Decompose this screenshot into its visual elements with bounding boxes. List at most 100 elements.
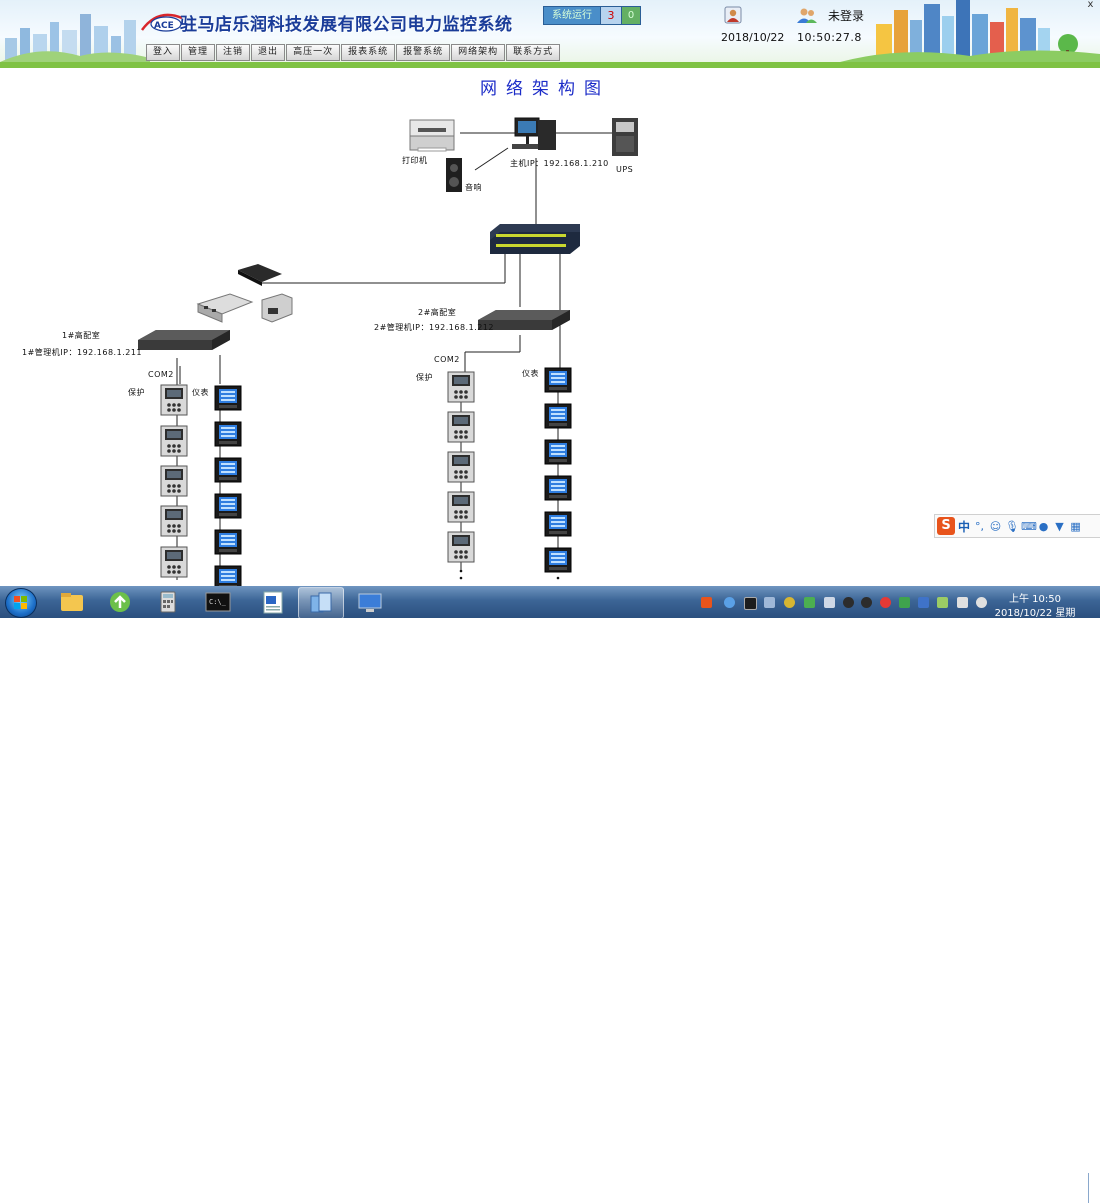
fiber-converter-icon — [196, 293, 293, 323]
menu-manage[interactable]: 管理 — [181, 44, 216, 61]
folder-icon — [61, 593, 83, 611]
ime-toolbar: S 中 °, ☺ 🎙 ⌨ ● ▼ ▦ — [934, 514, 1100, 538]
header-banner: ACE 驻马店乐润科技发展有限公司电力监控系统 系统运行 3 0 登入 管理 注… — [0, 0, 1100, 68]
volume-icon[interactable] — [976, 597, 987, 608]
taskbar-clock-time[interactable]: 上午 10:50 — [1000, 590, 1070, 605]
room1-ip-label: 1#管理机IP：192.168.1.211 — [22, 347, 142, 357]
network-share-icon[interactable] — [824, 597, 835, 608]
skyline-right-decoration — [840, 0, 1100, 62]
power-meter-icon — [544, 511, 572, 537]
menu-login[interactable]: 登入 — [146, 44, 181, 61]
show-desktop-button[interactable] — [1088, 1173, 1100, 1203]
company-logo: ACE — [140, 13, 183, 32]
chart-icon[interactable] — [784, 597, 795, 608]
room2-name-label: 2#高配室 — [418, 307, 456, 317]
toolbox-icon[interactable]: ▦ — [1069, 520, 1082, 533]
signal-icon[interactable] — [957, 597, 968, 608]
alarm-indicator[interactable]: 0 — [621, 6, 641, 25]
taskbar-monitor-app[interactable] — [298, 587, 344, 619]
tray-app-icon[interactable] — [764, 597, 775, 608]
room2-com-label: COM2 — [434, 355, 460, 364]
speaker-icon — [446, 158, 462, 192]
keyboard-icon[interactable]: ⌨ — [1021, 520, 1037, 533]
taskbar-wordpad[interactable] — [251, 587, 295, 617]
power-meter-icon — [544, 439, 572, 465]
room1-meter-label: 仪表 — [192, 387, 209, 397]
menu-logout[interactable]: 注销 — [216, 44, 251, 61]
main-menu: 登入 管理 注销 退出 高压一次 报表系统 报警系统 网络架构 联系方式 — [146, 44, 561, 61]
cmd-icon: C:\_ — [205, 592, 231, 612]
power-meter-icon — [544, 475, 572, 501]
run-status-indicator[interactable]: 系统运行 — [543, 6, 601, 25]
emoji-icon[interactable]: ☺ — [989, 520, 1002, 533]
sogou-icon[interactable] — [701, 597, 712, 608]
power-meter-icon — [544, 403, 572, 429]
power-meter-icon — [544, 547, 572, 573]
network-icon[interactable] — [724, 597, 735, 608]
login-status[interactable]: 未登录 — [828, 7, 864, 24]
taskbar-remote[interactable] — [348, 587, 392, 617]
battery-icon[interactable] — [937, 597, 948, 608]
power-meter-icon — [214, 529, 242, 555]
microphone-icon[interactable]: 🎙 — [1005, 520, 1019, 533]
taskbar-update[interactable] — [98, 587, 142, 617]
ime-mode-toggle[interactable]: 中 — [958, 518, 970, 535]
printer-label: 打印机 — [402, 155, 428, 165]
punctuation-icon[interactable]: °, — [973, 520, 986, 533]
user-settings-icon[interactable] — [724, 6, 742, 24]
menu-contact[interactable]: 联系方式 — [506, 44, 561, 61]
close-icon[interactable]: x — [1081, 0, 1100, 10]
host-computer-icon — [512, 117, 556, 150]
skyline-left-decoration — [0, 14, 150, 62]
users-icon[interactable] — [796, 6, 818, 24]
printer-icon — [409, 119, 455, 152]
alarm-count-badge[interactable]: 3 — [600, 6, 622, 25]
svg-text:C:\_: C:\_ — [209, 598, 227, 606]
menu-report-system[interactable]: 报表系统 — [341, 44, 396, 61]
sogou-logo-icon[interactable]: S — [937, 517, 955, 535]
host-ip-label: 主机IP：192.168.1.210 — [510, 158, 609, 168]
taskbar-explorer[interactable] — [50, 587, 94, 617]
menu-alarm-system[interactable]: 报警系统 — [396, 44, 451, 61]
room1-protection-devices — [160, 384, 188, 578]
current-date: 2018/10/22 — [721, 31, 785, 44]
menu-network-architecture[interactable]: 网络架构 — [451, 44, 506, 61]
taskbar-clock-date[interactable]: 2018/10/22 星期一 — [990, 604, 1080, 634]
menu-high-voltage[interactable]: 高压一次 — [286, 44, 341, 61]
ups-label: UPS — [616, 165, 633, 174]
protection-relay-icon — [160, 505, 188, 537]
display-icon[interactable] — [744, 597, 757, 610]
taskbar-cmd[interactable]: C:\_ — [196, 587, 240, 617]
usb-icon[interactable] — [804, 597, 815, 608]
power-meter-icon — [214, 493, 242, 519]
protection-relay-icon — [447, 531, 475, 563]
alert-icon[interactable] — [880, 597, 891, 608]
power-meter-icon — [214, 565, 242, 586]
core-switch-icon — [490, 224, 580, 254]
app-title: 驻马店乐润科技发展有限公司电力监控系统 — [180, 15, 513, 35]
start-button[interactable] — [5, 588, 37, 618]
bluetooth-icon[interactable] — [918, 597, 929, 608]
menu-exit[interactable]: 退出 — [251, 44, 286, 61]
room1-manager-icon — [138, 330, 230, 350]
speaker-label: 音响 — [465, 182, 482, 192]
taskbar-calculator[interactable] — [146, 587, 190, 617]
network-diagram: 打印机 主机IP：192.168.1.210 音响 UPS 1#高配室 1#管理… — [22, 117, 638, 586]
current-time: 10:50:27.8 — [797, 31, 862, 44]
skin-icon[interactable]: ▼ — [1053, 520, 1066, 533]
monitor-app-icon — [310, 592, 332, 613]
power-meter-icon — [214, 457, 242, 483]
update-icon — [110, 592, 130, 612]
windows-logo-icon — [14, 596, 27, 609]
room2-ip-label: 2#管理机IP：192.168.1.212 — [374, 322, 494, 332]
protection-relay-icon — [447, 451, 475, 483]
wordpad-icon — [263, 591, 283, 614]
room1-name-label: 1#高配室 — [62, 330, 100, 340]
qq-icon[interactable] — [843, 597, 854, 608]
power-meter-icon — [544, 367, 572, 393]
svg-text:ACE: ACE — [154, 21, 174, 31]
security-icon[interactable] — [899, 597, 910, 608]
user-icon[interactable]: ● — [1037, 520, 1050, 533]
qq-icon[interactable] — [861, 597, 872, 608]
protection-relay-icon — [160, 465, 188, 497]
